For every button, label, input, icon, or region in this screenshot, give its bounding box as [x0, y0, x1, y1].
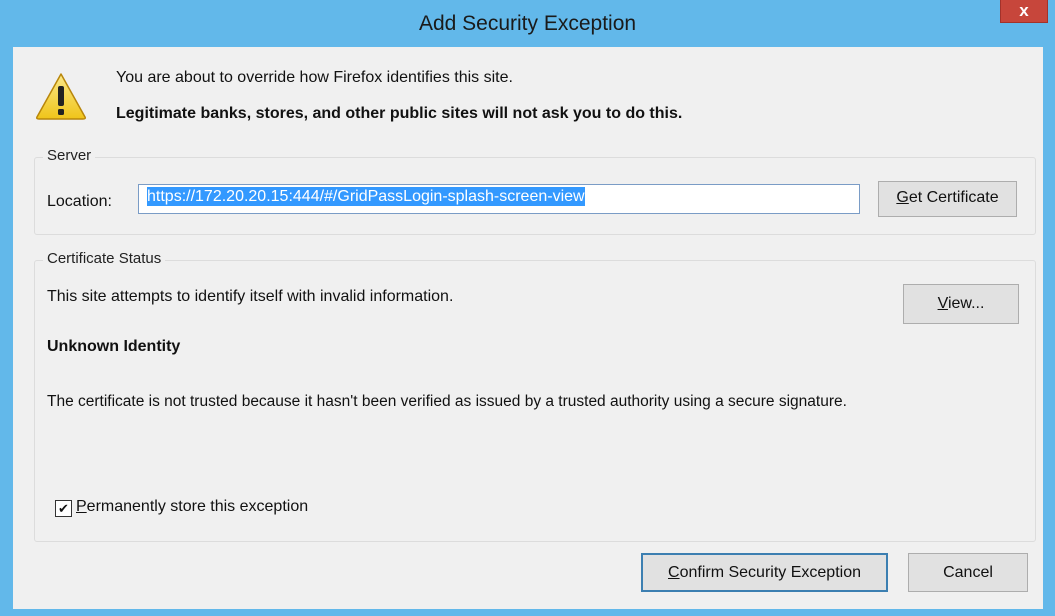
- server-group-label: Server: [43, 147, 96, 164]
- server-group: Server Location: https://172.20.20.15:44…: [34, 147, 1036, 235]
- warning-emphasis: Legitimate banks, stores, and other publ…: [116, 105, 683, 122]
- warning-icon: [36, 73, 86, 120]
- view-button[interactable]: View...: [903, 284, 1019, 324]
- status-description: The certificate is not trusted because i…: [47, 393, 847, 410]
- permanent-exception-checkbox[interactable]: ✔: [55, 500, 72, 517]
- certificate-status-label: Certificate Status: [43, 250, 166, 267]
- dialog-body: You are about to override how Firefox id…: [13, 47, 1043, 609]
- location-input[interactable]: https://172.20.20.15:444/#/GridPassLogin…: [138, 184, 860, 214]
- permanent-exception-row[interactable]: ✔ Permanently store this exception: [55, 498, 308, 517]
- certificate-status-group: Certificate Status This site attempts to…: [34, 250, 1036, 542]
- location-value: https://172.20.20.15:444/#/GridPassLogin…: [147, 187, 585, 206]
- get-certificate-label: et Certificate: [908, 189, 999, 206]
- dialog-window: Add Security Exception x You are about t…: [0, 0, 1055, 616]
- close-icon: x: [1019, 1, 1029, 20]
- status-message: This site attempts to identify itself wi…: [47, 288, 454, 305]
- get-certificate-accel: G: [896, 189, 909, 206]
- permanent-accel: P: [76, 498, 87, 515]
- dialog-title: Add Security Exception: [418, 12, 637, 35]
- view-label: iew...: [947, 295, 985, 312]
- location-label: Location:: [47, 193, 112, 210]
- title-bar[interactable]: Add Security Exception x: [0, 0, 1055, 47]
- status-heading: Unknown Identity: [47, 338, 181, 355]
- confirm-label: onfirm Security Exception: [679, 564, 861, 581]
- get-certificate-button[interactable]: Get Certificate: [878, 181, 1017, 217]
- confirm-security-exception-button[interactable]: Confirm Security Exception: [641, 553, 888, 592]
- warning-message: You are about to override how Firefox id…: [116, 69, 513, 86]
- cancel-button[interactable]: Cancel: [908, 553, 1028, 592]
- permanent-exception-label: ermanently store this exception: [86, 498, 309, 515]
- view-accel: V: [937, 295, 948, 312]
- confirm-accel: C: [668, 564, 680, 581]
- close-button[interactable]: x: [1000, 0, 1048, 23]
- checkmark-icon: ✔: [58, 501, 69, 516]
